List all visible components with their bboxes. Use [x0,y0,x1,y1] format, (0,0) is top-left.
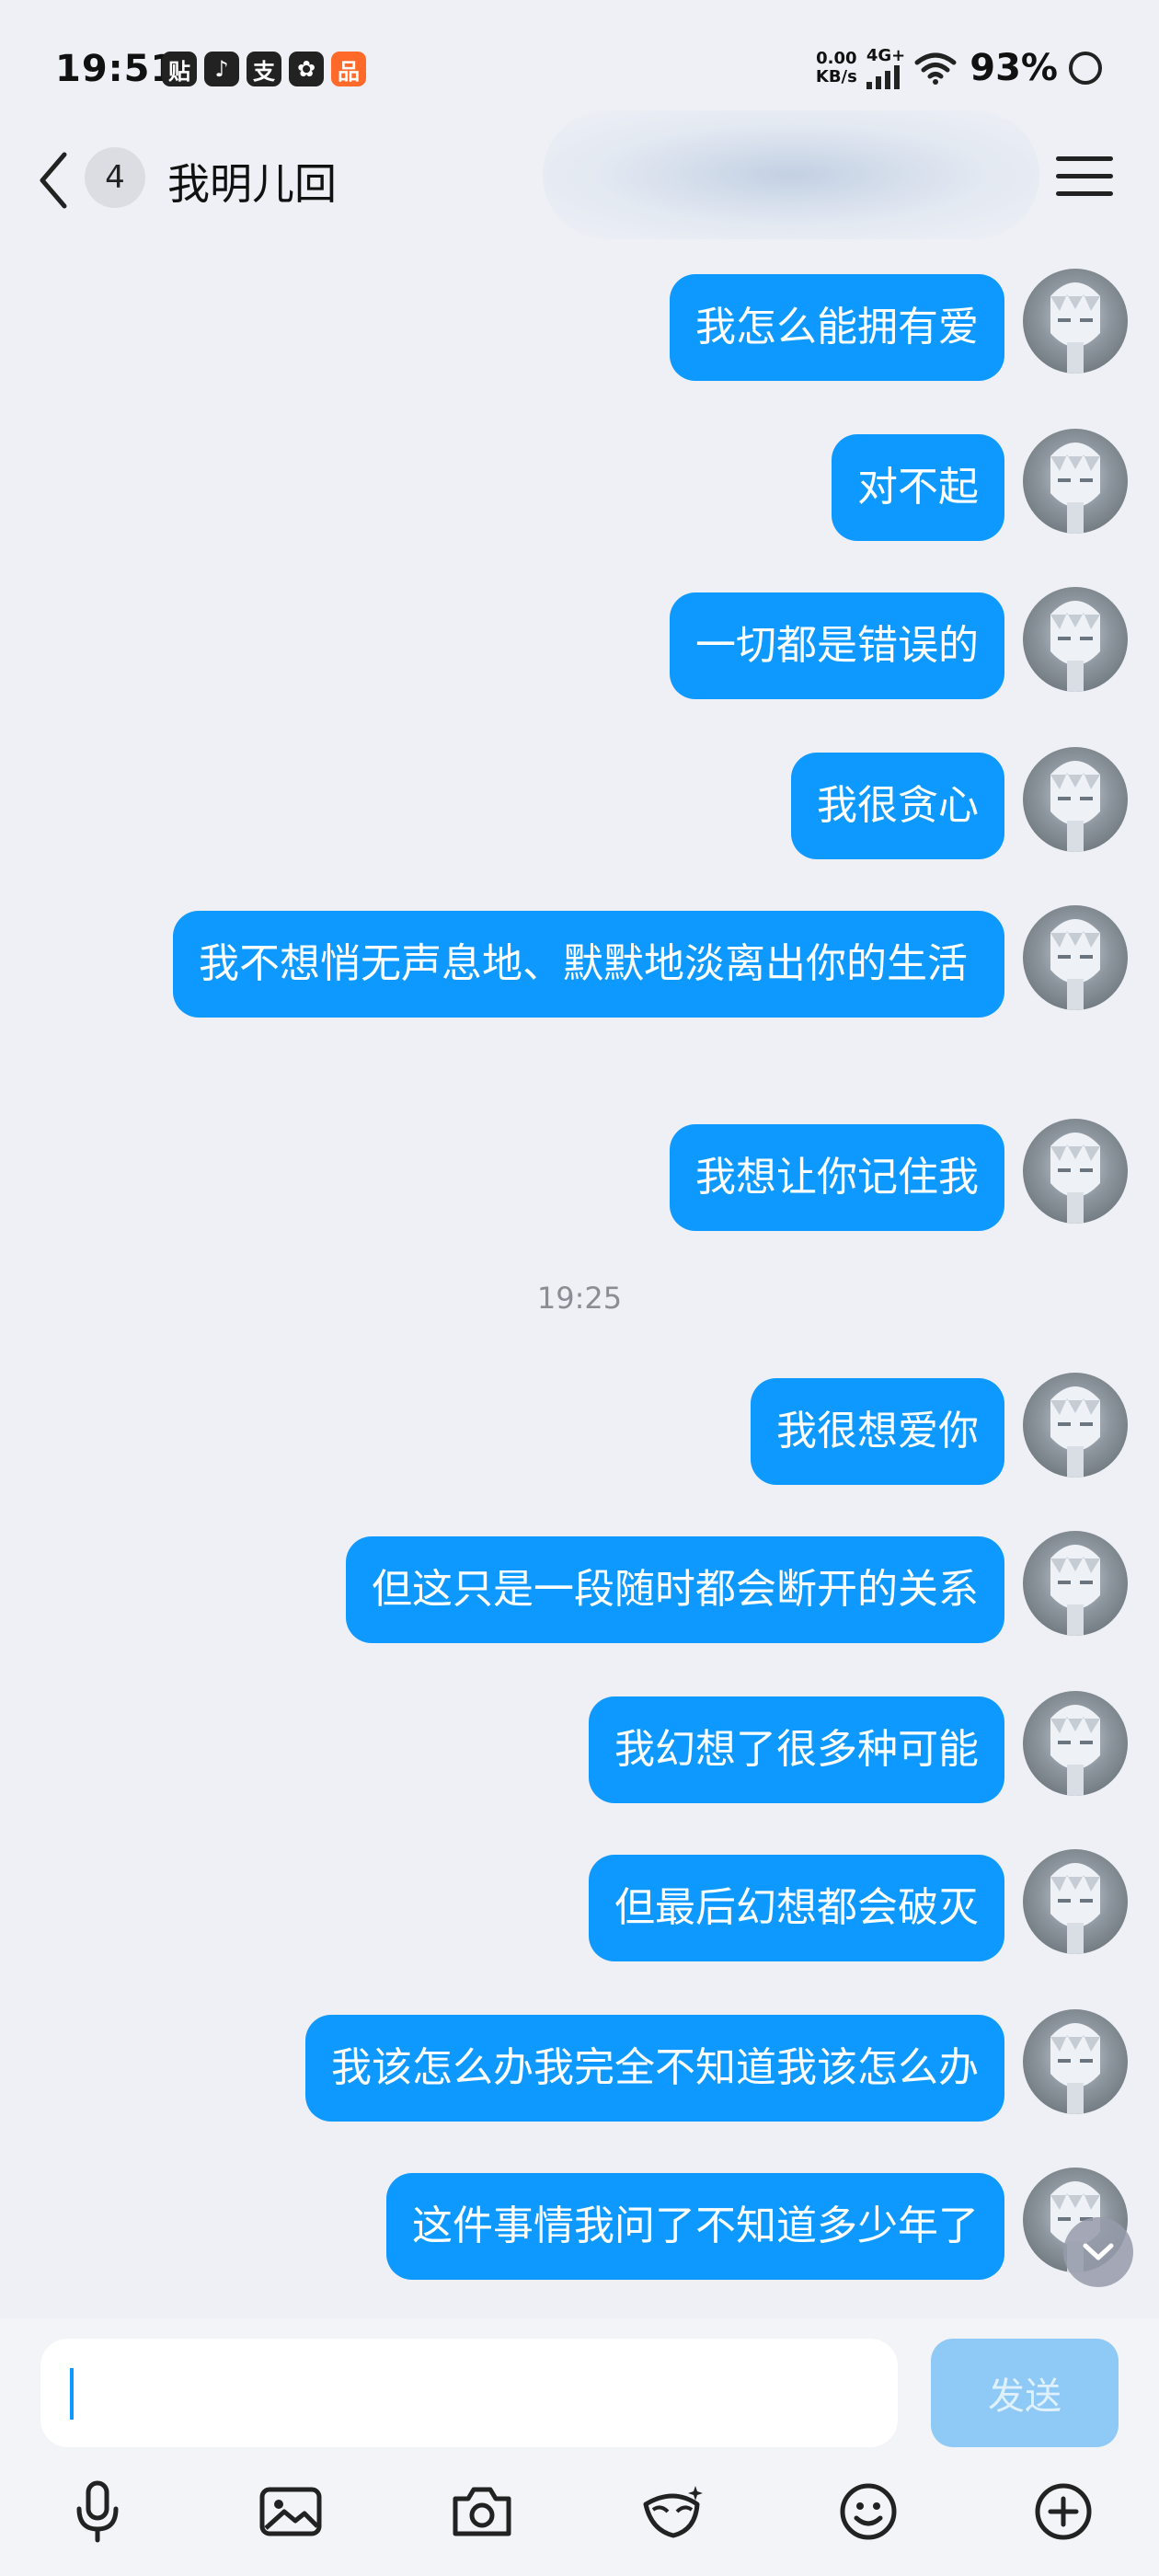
emoji-icon [840,2483,897,2540]
more-button[interactable] [1027,2475,1100,2548]
battery-ring-icon [1069,51,1102,85]
voice-button[interactable] [61,2475,134,2548]
avatar[interactable] [1023,587,1128,692]
status-time: 19:51 [55,48,178,90]
message-bubble[interactable]: 我很贪心 [791,753,1004,859]
menu-line [1056,156,1113,161]
tiktok-icon: ♪ [204,52,239,86]
scroll-to-bottom-button[interactable] [1063,2217,1133,2287]
net-speed-value: 0.00 [816,48,857,68]
avatar[interactable] [1023,905,1128,1010]
message-bubble[interactable]: 我不想悄无声息地、默默地淡离出你的生活 [173,911,1004,1018]
message-timestamp: 19:25 [536,1281,623,1316]
microphone-icon [76,2480,119,2543]
notification-app-icons: 贴 ♪ 支 ✿ 品 [162,52,366,86]
message-bubble[interactable]: 对不起 [832,434,1004,541]
menu-button[interactable] [1056,156,1113,208]
chat-title: 我明儿回 [167,159,337,209]
message-bubble[interactable]: 一切都是错误的 [670,592,1004,699]
message-bubble[interactable]: 这件事情我问了不知道多少年了 [386,2173,1004,2280]
emoji-button[interactable] [832,2475,905,2548]
alipay-icon: 支 [247,52,281,86]
message-bubble[interactable]: 但这只是一段随时都会断开的关系 [346,1536,1004,1643]
signal-bars-icon [866,65,900,89]
status-indicators: 0.00 KB/s 4G+ 93% [816,46,1104,89]
avatar[interactable] [1023,1373,1128,1478]
message-bubble[interactable]: 我怎么能拥有爱 [670,274,1004,381]
text-cursor [70,2368,74,2420]
avatar[interactable] [1023,1691,1128,1796]
tieba-icon: 贴 [162,52,197,86]
unread-count-badge[interactable]: 4 [85,147,145,208]
image-icon [259,2487,322,2536]
back-button[interactable] [28,144,83,217]
camera-icon [453,2487,511,2536]
avatar[interactable] [1023,747,1128,852]
net-speed: 0.00 KB/s [815,48,857,86]
avatar[interactable] [1023,429,1128,534]
avatar[interactable] [1023,1119,1128,1224]
camera-button[interactable] [445,2475,519,2548]
battery-percent: 93% [970,46,1058,89]
message-bubble[interactable]: 我想让你记住我 [670,1124,1004,1231]
mask-button[interactable] [637,2475,710,2548]
wifi-icon [914,52,957,85]
message-input[interactable] [40,2339,898,2447]
chevron-down-icon [1083,2243,1114,2260]
menu-line [1056,174,1113,178]
network-type: 4G+ [866,46,906,65]
chat-header: 4 我明儿回 [0,110,1159,248]
message-bubble[interactable]: 我幻想了很多种可能 [589,1696,1004,1803]
chevron-left-icon [40,152,67,209]
avatar[interactable] [1023,1531,1128,1636]
avatar[interactable] [1023,1849,1128,1954]
app-orange-icon: 品 [331,52,366,86]
plus-icon [1035,2483,1092,2540]
cellular-signal: 4G+ [866,46,905,89]
blurred-region [543,110,1039,239]
wechat-icon: ✿ [289,52,324,86]
input-toolbar [0,2475,1159,2548]
menu-line [1056,191,1113,196]
avatar[interactable] [1023,2009,1128,2114]
message-bubble[interactable]: 但最后幻想都会破灭 [589,1855,1004,1961]
image-button[interactable] [254,2475,327,2548]
message-bubble[interactable]: 我该怎么办我完全不知道我该怎么办 [305,2015,1004,2122]
mask-icon [643,2486,703,2538]
send-button[interactable]: 发送 [931,2339,1119,2447]
message-bubble[interactable]: 我很想爱你 [751,1378,1004,1485]
net-speed-unit: KB/s [815,66,857,86]
avatar[interactable] [1023,269,1128,374]
